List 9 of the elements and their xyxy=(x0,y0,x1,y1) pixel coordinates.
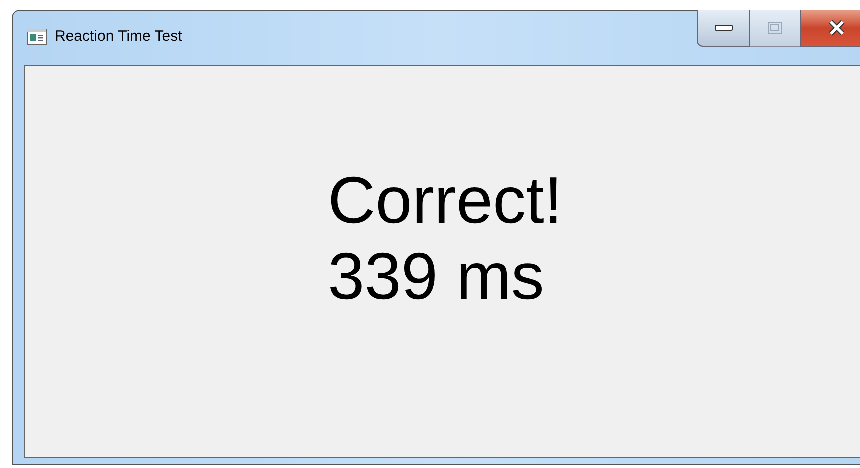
reaction-time-text: 339 ms xyxy=(328,238,544,314)
minimize-button[interactable] xyxy=(697,10,750,47)
close-icon xyxy=(828,20,846,36)
close-button[interactable] xyxy=(800,10,860,47)
app-icon xyxy=(27,29,47,46)
window-title: Reaction Time Test xyxy=(55,27,182,47)
maximize-icon xyxy=(768,22,782,34)
minimize-icon xyxy=(714,25,732,31)
result-text: Correct! xyxy=(328,162,563,238)
